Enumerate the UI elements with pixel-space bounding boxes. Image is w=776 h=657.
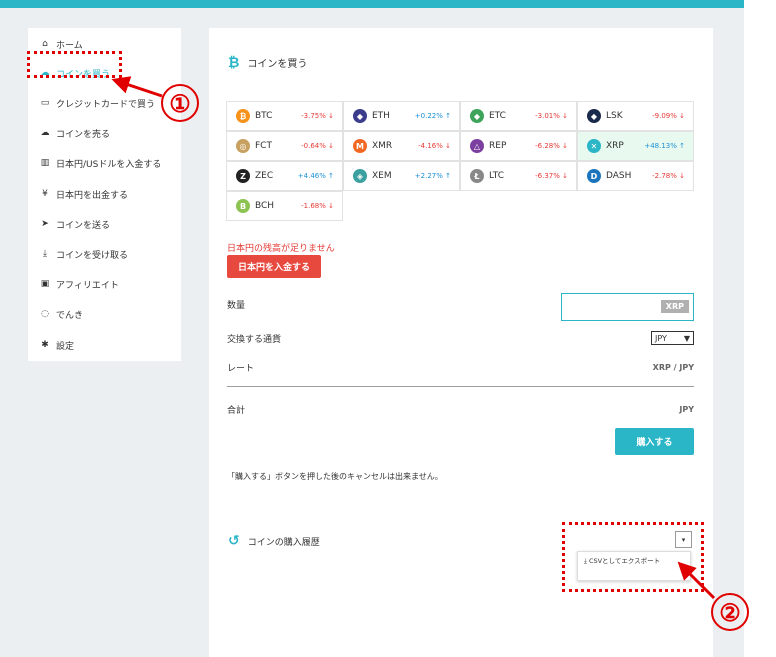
- arrow-1: [111, 76, 163, 98]
- arrow-2: [677, 561, 716, 600]
- annotation-arrows: [111, 76, 716, 600]
- annotation-marker-2: ②: [711, 593, 749, 631]
- annotation-marker-1: ①: [161, 84, 199, 122]
